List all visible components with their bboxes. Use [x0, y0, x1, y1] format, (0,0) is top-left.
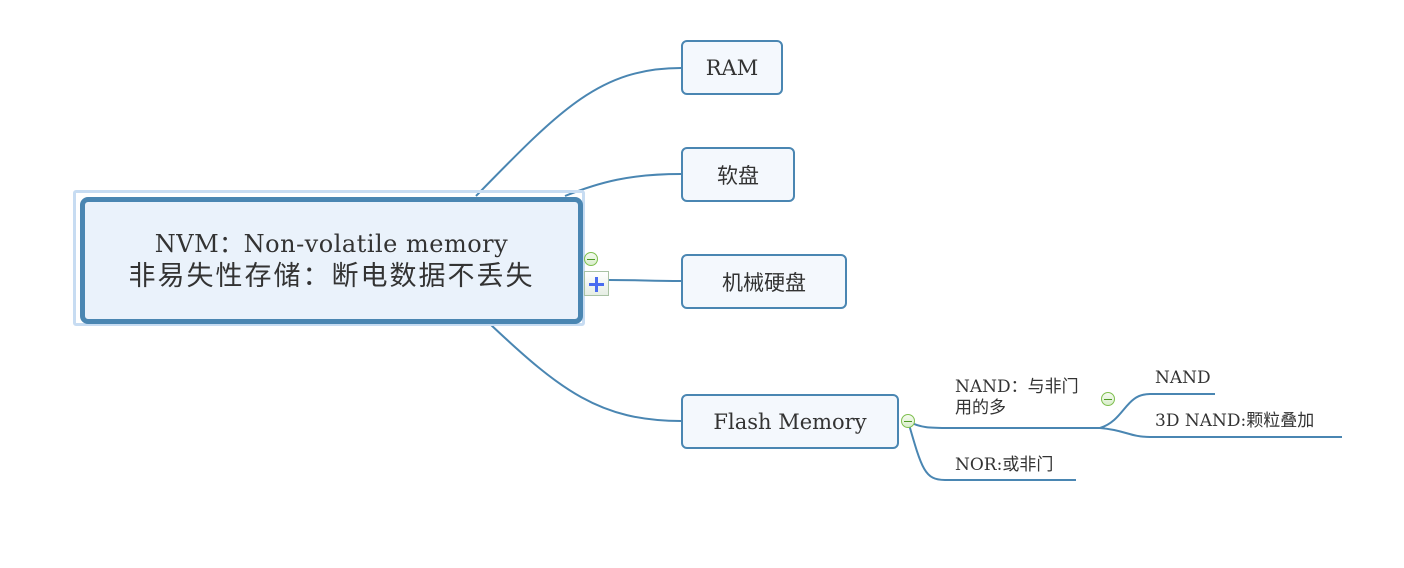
- collapse-central-icon[interactable]: [584, 252, 598, 266]
- topic-flash-label: Flash Memory: [713, 409, 867, 434]
- central-topic-subtitle: 非易失性存储：断电数据不丢失: [128, 260, 535, 292]
- topic-ram[interactable]: RAM: [681, 40, 783, 95]
- connector-flash-nand: [907, 420, 1100, 429]
- collapse-flash-icon[interactable]: [901, 414, 915, 428]
- subtopic-nor-gate[interactable]: NOR:或非门: [955, 455, 1053, 476]
- central-topic-title: NVM：Non-volatile memory: [154, 229, 509, 258]
- topic-ram-label: RAM: [705, 55, 759, 80]
- connector-central-flash: [489, 323, 682, 422]
- expand-plus-icon[interactable]: [584, 271, 609, 296]
- topic-hdd-label: 机械硬盘: [722, 270, 806, 295]
- connector-central-ram: [475, 67, 682, 197]
- plus-vertical: [595, 276, 598, 292]
- subtopic-nand-gate[interactable]: NAND：与非门 用的多: [955, 377, 1079, 419]
- central-topic[interactable]: NVM：Non-volatile memory 非易失性存储：断电数据不丢失: [80, 197, 583, 324]
- subtopic-nand[interactable]: NAND: [1155, 368, 1211, 389]
- subtopic-nand-gate-line2: 用的多: [955, 398, 1006, 418]
- collapse-nand-icon[interactable]: [1101, 392, 1115, 406]
- connector-central-hdd: [608, 279, 682, 282]
- mindmap-canvas[interactable]: NVM：Non-volatile memory 非易失性存储：断电数据不丢失 R…: [0, 0, 1404, 568]
- topic-flash-memory[interactable]: Flash Memory: [681, 394, 899, 449]
- topic-hdd[interactable]: 机械硬盘: [681, 254, 847, 309]
- subtopic-nand-gate-line1: NAND：与非门: [955, 377, 1079, 397]
- topic-floppy[interactable]: 软盘: [681, 147, 795, 202]
- subtopic-3d-nand[interactable]: 3D NAND:颗粒叠加: [1155, 411, 1314, 432]
- topic-floppy-label: 软盘: [717, 163, 759, 188]
